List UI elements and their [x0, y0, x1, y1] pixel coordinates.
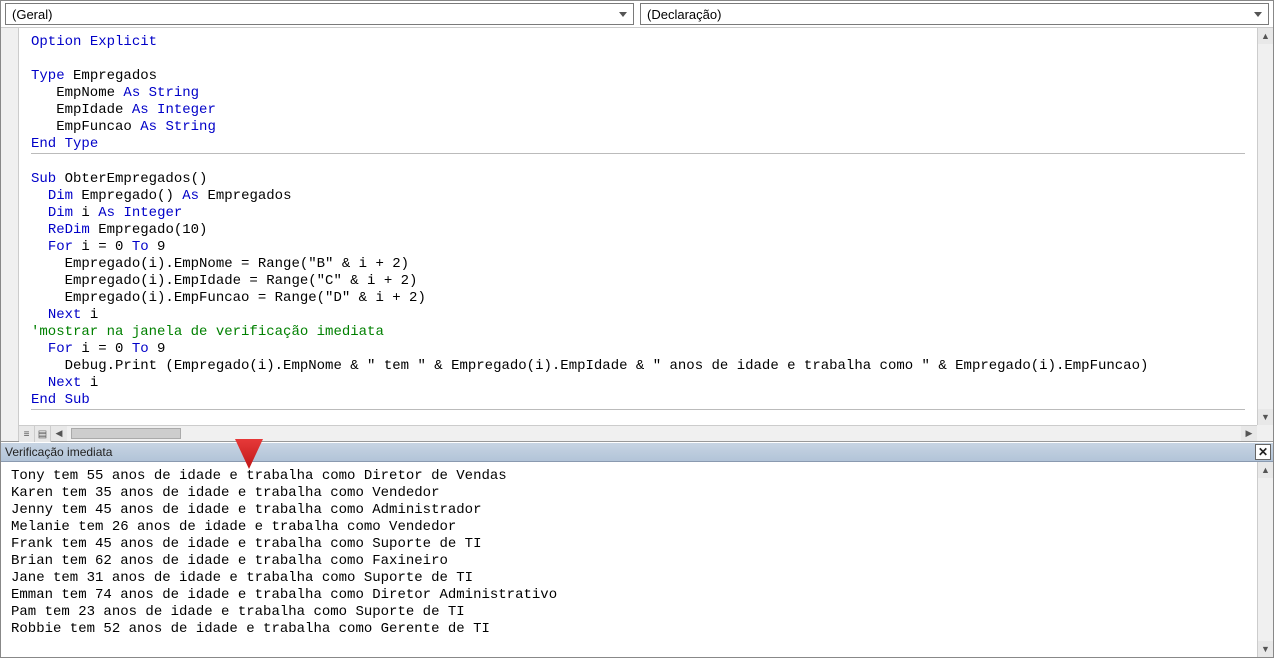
scroll-left-icon[interactable]: ◀ — [51, 426, 67, 441]
scroll-right-icon[interactable]: ▶ — [1241, 426, 1257, 441]
object-dropdown-label: (Geral) — [12, 7, 52, 22]
close-icon[interactable]: ✕ — [1255, 444, 1271, 460]
immediate-vertical-scrollbar[interactable]: ▲ ▼ — [1257, 462, 1273, 657]
code-pane: Option Explicit Type Empregados EmpNome … — [1, 28, 1273, 442]
scroll-corner — [1257, 425, 1273, 441]
code-editor[interactable]: Option Explicit Type Empregados EmpNome … — [19, 28, 1257, 425]
scroll-up-icon[interactable]: ▲ — [1258, 28, 1273, 44]
immediate-window-title: Verificação imediata — [5, 445, 112, 459]
code-vertical-scrollbar[interactable]: ▲ ▼ — [1257, 28, 1273, 425]
hscroll-thumb[interactable] — [71, 428, 181, 439]
procedure-view-icon[interactable]: ≡ — [19, 426, 35, 442]
procedure-dropdown[interactable]: (Declaração) — [640, 3, 1269, 25]
full-module-view-icon[interactable]: ▤ — [35, 426, 51, 442]
scroll-down-icon[interactable]: ▼ — [1258, 641, 1273, 657]
dropdown-bar: (Geral) (Declaração) — [1, 1, 1273, 28]
scroll-up-icon[interactable]: ▲ — [1258, 462, 1273, 478]
code-gutter — [1, 28, 19, 441]
procedure-dropdown-label: (Declaração) — [647, 7, 721, 22]
immediate-window: Tony tem 55 anos de idade e trabalha com… — [1, 462, 1273, 657]
scroll-down-icon[interactable]: ▼ — [1258, 409, 1273, 425]
object-dropdown[interactable]: (Geral) — [5, 3, 634, 25]
immediate-window-header[interactable]: Verificação imediata ✕ — [1, 442, 1273, 462]
code-horizontal-scrollbar[interactable]: ≡ ▤ ◀ ▶ — [19, 425, 1257, 441]
immediate-output[interactable]: Tony tem 55 anos de idade e trabalha com… — [1, 462, 1257, 657]
